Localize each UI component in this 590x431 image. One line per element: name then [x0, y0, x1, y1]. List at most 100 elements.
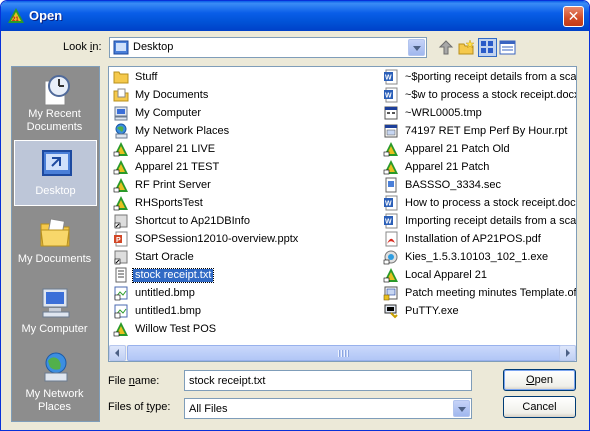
apparel21-shortcut-icon — [113, 142, 128, 157]
file-name: My Computer — [135, 107, 202, 119]
file-name: Apparel 21 LIVE — [135, 143, 216, 155]
file-name: SOPSession12010-overview.pptx — [135, 233, 299, 245]
file-name: My Network Places — [135, 125, 230, 137]
svg-text:W: W — [385, 219, 392, 226]
place-label: My Recent Documents — [26, 108, 83, 133]
apparel21-shortcut-icon — [113, 322, 128, 337]
place-my-documents[interactable]: My Documents — [14, 212, 97, 278]
file-name: Kies_1.5.3.10103_102_1.exe — [405, 251, 549, 263]
file-name: Start Oracle — [135, 251, 194, 263]
file-name: 74197 RET Emp Perf By Hour.rpt — [405, 125, 568, 137]
place-label: My Documents — [17, 253, 92, 265]
svg-text:21: 21 — [12, 17, 19, 23]
apparel21-shortcut-icon — [383, 268, 398, 283]
open-dialog: 21 Open ✕ Look in: Desktop My Recent Doc… — [0, 0, 590, 431]
apparel21-shortcut-icon — [383, 160, 398, 175]
file-name: untitled1.bmp — [135, 305, 202, 317]
scroll-thumb[interactable] — [127, 345, 565, 361]
apparel21-shortcut-icon — [113, 178, 128, 193]
sec-file-icon — [385, 177, 397, 193]
file-name: stock receipt.txt — [131, 268, 215, 283]
desktop-icon — [42, 150, 72, 176]
file-name: Shortcut to Ap21DBInfo — [135, 215, 250, 227]
powerpoint-file-icon: P — [114, 231, 128, 247]
word-document-icon: W — [384, 69, 398, 85]
file-name: BASSSO_3334.sec — [405, 179, 502, 191]
file-name: How to process a stock receipt.docx — [405, 197, 577, 209]
place-my-computer[interactable]: My Computer — [14, 282, 97, 348]
recent-documents-icon — [44, 75, 70, 106]
word-document-icon: W — [384, 195, 398, 211]
details-view-icon[interactable] — [498, 38, 517, 57]
file-name: Patch meeting minutes Template.oft — [405, 287, 577, 299]
file-name: Local Apparel 21 — [405, 269, 487, 281]
look-in-value: Desktop — [133, 41, 174, 53]
place-label: My Computer — [21, 323, 88, 335]
word-document-icon: W — [384, 87, 398, 103]
my-computer-icon — [42, 288, 70, 318]
file-name: RHSportsTest — [135, 197, 203, 209]
word-document-icon: W — [384, 213, 398, 229]
horizontal-scrollbar[interactable] — [108, 345, 577, 362]
files-of-type-value: All Files — [189, 403, 228, 415]
outlook-template-icon — [383, 286, 398, 301]
report-file-icon — [384, 124, 398, 138]
file-name: ~$porting receipt details from a scan — [405, 71, 577, 83]
scroll-left-button[interactable] — [109, 345, 126, 361]
desktop-icon — [113, 40, 129, 55]
apparel21-app-icon: 21 — [8, 8, 24, 23]
file-list[interactable]: Stuff My Documents My Computer My Network P… — [108, 66, 577, 361]
bitmap-file-icon — [114, 286, 128, 301]
file-name: Importing receipt details from a scan — [405, 215, 577, 227]
chevron-down-icon[interactable] — [408, 39, 425, 56]
up-folder-icon[interactable] — [437, 38, 456, 57]
my-documents-icon — [40, 218, 70, 247]
open-button[interactable]: Open — [503, 369, 576, 391]
look-in-label: Look in: — [63, 41, 102, 53]
svg-text:W: W — [385, 201, 392, 208]
shortcut-icon — [114, 250, 128, 265]
place-desktop[interactable]: Desktop — [14, 140, 97, 206]
scroll-right-button[interactable] — [559, 345, 576, 361]
place-my-recent-documents[interactable]: My Recent Documents — [14, 70, 97, 138]
new-folder-icon[interactable] — [457, 38, 476, 57]
title-bar[interactable]: 21 Open ✕ — [1, 1, 589, 31]
cancel-button[interactable]: Cancel — [503, 396, 576, 418]
file-name: Apparel 21 Patch Old — [405, 143, 510, 155]
svg-text:W: W — [385, 75, 392, 82]
place-label: Desktop — [35, 185, 76, 197]
apparel21-shortcut-icon — [113, 196, 128, 211]
installer-exe-icon — [383, 250, 398, 265]
file-name: RF Print Server — [135, 179, 211, 191]
file-name: My Documents — [135, 89, 209, 101]
place-my-network-places[interactable]: My Network Places — [14, 351, 97, 419]
file-name: Willow Test POS — [135, 323, 217, 335]
file-name-input[interactable] — [184, 370, 472, 391]
bitmap-file-icon — [114, 304, 128, 319]
apparel21-shortcut-icon — [383, 142, 398, 157]
file-name: PuTTY.exe — [405, 305, 459, 317]
chevron-down-icon[interactable] — [453, 400, 470, 417]
network-places-icon — [44, 352, 68, 382]
look-in-dropdown[interactable]: Desktop — [109, 37, 427, 58]
close-button[interactable]: ✕ — [563, 6, 584, 27]
temp-file-icon — [384, 106, 398, 120]
text-file-icon — [115, 267, 127, 283]
file-name: Apparel 21 TEST — [135, 161, 220, 173]
network-places-icon — [115, 123, 128, 139]
folder-icon — [113, 71, 129, 84]
file-name-label: File name: — [108, 375, 160, 387]
file-name: ~$w to process a stock receipt.docx — [405, 89, 577, 101]
putty-icon — [384, 304, 398, 319]
apparel21-shortcut-icon — [113, 160, 128, 175]
file-name: ~WRL0005.tmp — [405, 107, 482, 119]
files-of-type-dropdown[interactable]: All Files — [184, 398, 472, 419]
my-documents-icon — [113, 88, 129, 102]
shortcut-icon — [114, 214, 128, 229]
svg-text:W: W — [385, 93, 392, 100]
file-name: untitled.bmp — [135, 287, 195, 299]
file-name: Stuff — [135, 71, 158, 83]
pdf-file-icon — [385, 231, 398, 247]
views-menu-icon[interactable] — [478, 38, 497, 57]
window-title: Open — [29, 8, 63, 23]
